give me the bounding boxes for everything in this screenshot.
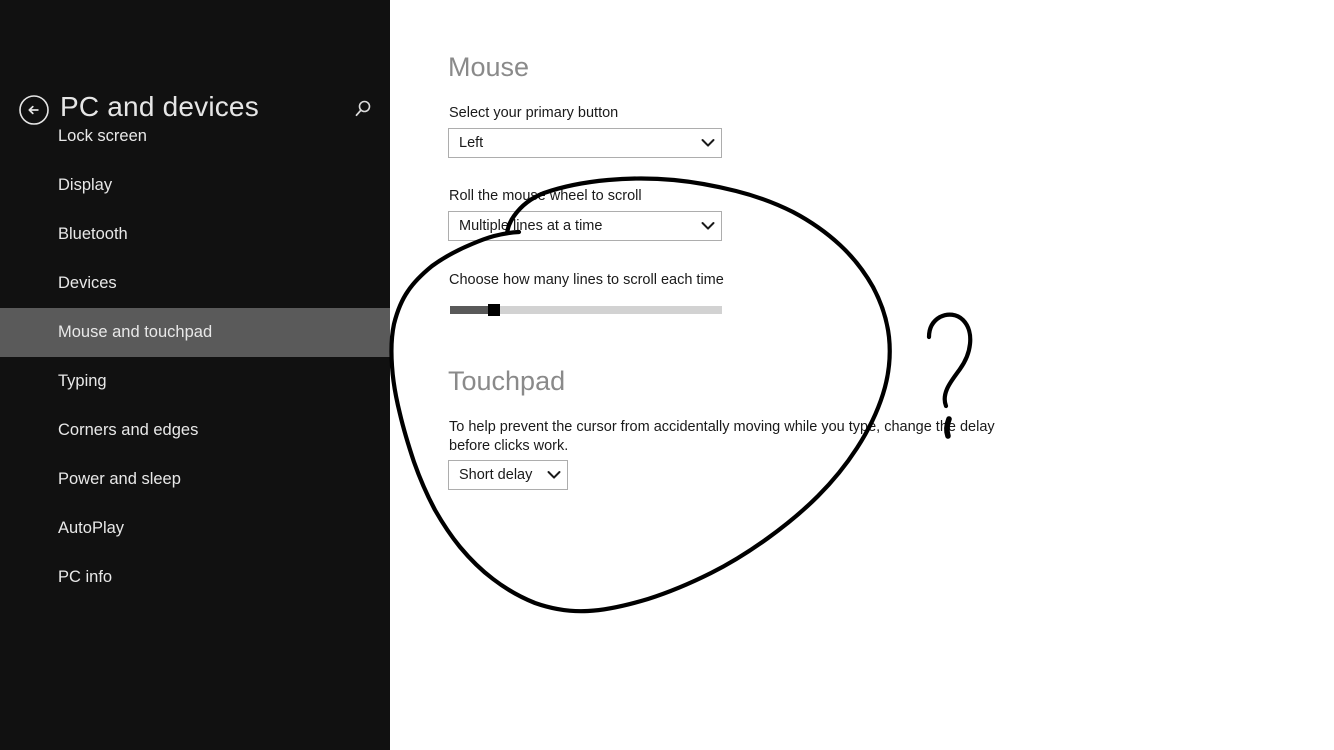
sidebar-item-lock-screen[interactable]: Lock screen (0, 112, 390, 161)
sidebar-item-power-and-sleep[interactable]: Power and sleep (0, 455, 390, 504)
sidebar-item-devices[interactable]: Devices (0, 259, 390, 308)
sidebar-item-label: Bluetooth (58, 225, 128, 243)
sidebar-header: PC and devices (0, 40, 390, 125)
chevron-down-icon (695, 138, 721, 148)
sidebar-item-display[interactable]: Display (0, 161, 390, 210)
sidebar-item-corners-and-edges[interactable]: Corners and edges (0, 406, 390, 455)
primary-button-label: Select your primary button (449, 105, 619, 121)
sidebar-item-mouse-and-touchpad[interactable]: Mouse and touchpad (0, 308, 390, 357)
chevron-down-icon (695, 221, 721, 231)
sidebar-item-label: Corners and edges (58, 421, 199, 439)
slider-fill (450, 306, 488, 314)
primary-button-value: Left (459, 135, 484, 151)
sidebar-item-label: Typing (58, 372, 107, 390)
sidebar-item-label: Devices (58, 274, 117, 292)
wheel-scroll-dropdown[interactable]: Multiple lines at a time (448, 211, 722, 241)
lines-to-scroll-label: Choose how many lines to scroll each tim… (449, 272, 724, 288)
sidebar-item-label: Mouse and touchpad (58, 323, 213, 341)
slider-thumb[interactable] (488, 304, 500, 316)
sidebar: PC and devices Lock screen Display Bluet… (0, 0, 390, 750)
sidebar-item-label: Power and sleep (58, 470, 181, 488)
sidebar-item-autoplay[interactable]: AutoPlay (0, 504, 390, 553)
lines-to-scroll-slider[interactable] (450, 304, 722, 316)
sidebar-item-label: Display (58, 176, 113, 194)
primary-button-dropdown[interactable]: Left (448, 128, 722, 158)
mouse-section-heading: Mouse (448, 52, 530, 82)
touchpad-section-heading: Touchpad (448, 366, 566, 396)
sidebar-item-label: Lock screen (58, 127, 147, 145)
wheel-scroll-label: Roll the mouse wheel to scroll (449, 188, 642, 204)
sidebar-nav-list: Lock screen Display Bluetooth Devices Mo… (0, 112, 390, 602)
wheel-scroll-value: Multiple lines at a time (459, 218, 603, 234)
main-content: Mouse Select your primary button Left Ro… (390, 0, 1334, 750)
sidebar-item-bluetooth[interactable]: Bluetooth (0, 210, 390, 259)
sidebar-item-typing[interactable]: Typing (0, 357, 390, 406)
sidebar-item-label: PC info (58, 568, 113, 586)
touchpad-description: To help prevent the cursor from accident… (449, 419, 995, 454)
sidebar-item-label: AutoPlay (58, 519, 125, 537)
touchpad-delay-dropdown[interactable]: Short delay (448, 460, 568, 490)
touchpad-delay-value: Short delay (459, 467, 533, 483)
chevron-down-icon (541, 470, 567, 480)
sidebar-item-pc-info[interactable]: PC info (0, 553, 390, 602)
settings-window: PC and devices Lock screen Display Bluet… (0, 0, 1334, 750)
